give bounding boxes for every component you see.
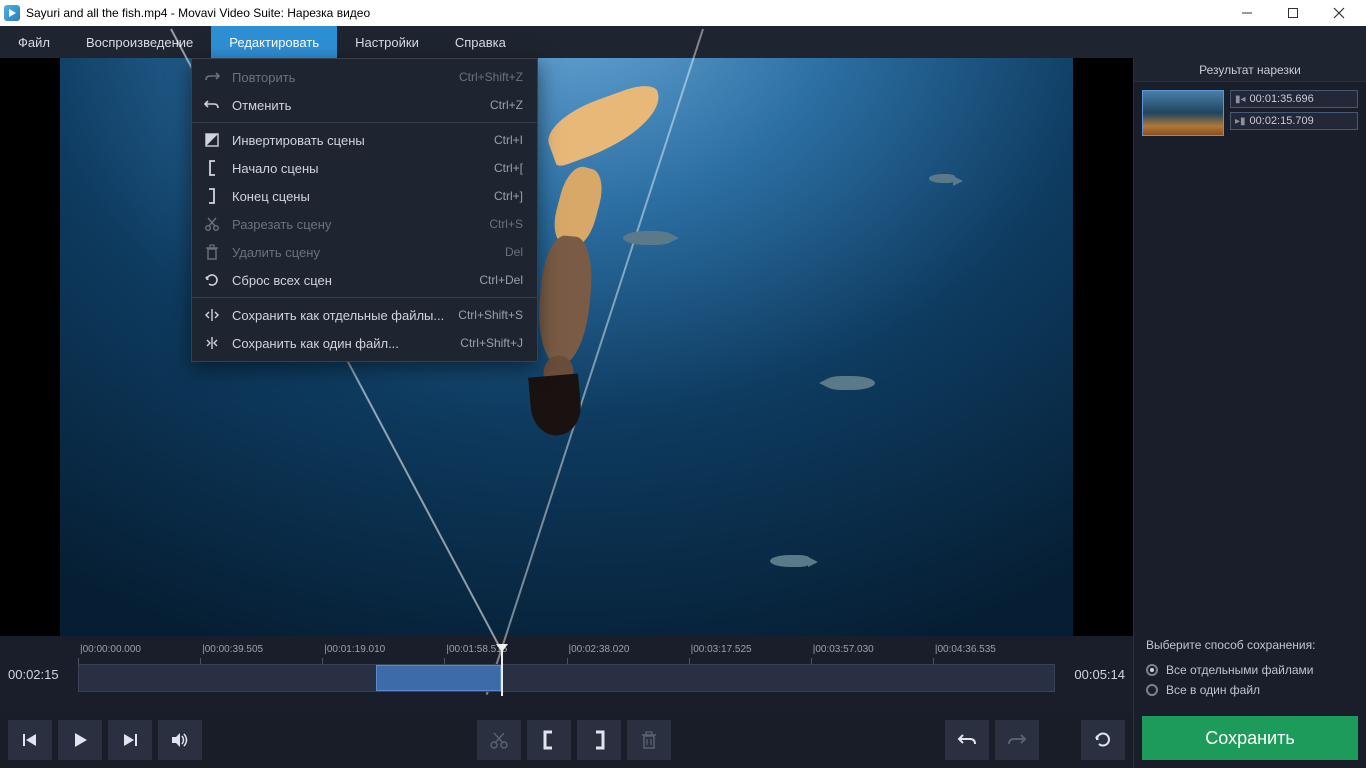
scene-start-button[interactable] [527, 720, 571, 760]
timeline-tick: |00:03:17.525 [689, 646, 811, 662]
edit-menu-dropdown: ПовторитьCtrl+Shift+ZОтменитьCtrl+Z Инвер… [191, 58, 538, 362]
trash-icon [202, 244, 222, 260]
menu-воспроизведение[interactable]: Воспроизведение [68, 26, 211, 58]
menu-item-invert[interactable]: Инвертировать сценыCtrl+I [192, 126, 537, 154]
play-button[interactable] [58, 720, 102, 760]
radio-icon [1146, 684, 1158, 696]
window-maximize-button[interactable] [1270, 0, 1316, 26]
result-panel-title: Результат нарезки [1134, 58, 1366, 82]
prev-frame-button[interactable] [8, 720, 52, 760]
menu-редактировать[interactable]: Редактировать [211, 26, 337, 58]
split-one-icon [202, 336, 222, 350]
save-option-1[interactable]: Все в один файл [1146, 680, 1354, 700]
video-preview[interactable] [0, 58, 1133, 636]
menu-item-bracket-open[interactable]: Начало сценыCtrl+[ [192, 154, 537, 182]
window-close-button[interactable] [1316, 0, 1362, 26]
scene-end-button[interactable] [577, 720, 621, 760]
redo-button[interactable] [995, 720, 1039, 760]
current-time-label: 00:02:15 [8, 667, 78, 682]
menubar: ФайлВоспроизведениеРедактироватьНастройк… [0, 26, 1366, 58]
menu-item-split-one[interactable]: Сохранить как один файл...Ctrl+Shift+J [192, 329, 537, 357]
delete-scene-button[interactable] [627, 720, 671, 760]
timeline-clip[interactable] [376, 665, 501, 691]
menu-файл[interactable]: Файл [0, 26, 68, 58]
volume-button[interactable] [158, 720, 202, 760]
window-title: Sayuri and all the fish.mp4 - Movavi Vid… [26, 6, 1224, 20]
app-icon [4, 5, 20, 21]
redo-icon [202, 70, 222, 84]
timeline-tick: |00:03:57.030 [811, 646, 933, 662]
result-thumbnail [1142, 90, 1224, 136]
scissors-icon [202, 216, 222, 232]
save-button[interactable]: Сохранить [1142, 716, 1358, 760]
menu-item-undo[interactable]: ОтменитьCtrl+Z [192, 91, 537, 119]
radio-icon [1146, 664, 1158, 676]
menu-item-split-multi[interactable]: Сохранить как отдельные файлы...Ctrl+Shi… [192, 301, 537, 329]
result-clip-item[interactable]: ▮◂00:01:35.696 ▸▮00:02:15.709 [1134, 82, 1366, 144]
bracket-close-icon [202, 188, 222, 204]
reset-icon [202, 272, 222, 288]
timeline-tick: |00:04:36.535 [933, 646, 1055, 662]
undo-button[interactable] [945, 720, 989, 760]
clip-end-time[interactable]: ▸▮00:02:15.709 [1230, 112, 1358, 130]
menu-item-trash: Удалить сценуDel [192, 238, 537, 266]
menu-справка[interactable]: Справка [437, 26, 524, 58]
cut-button[interactable] [477, 720, 521, 760]
next-frame-button[interactable] [108, 720, 152, 760]
window-titlebar: Sayuri and all the fish.mp4 - Movavi Vid… [0, 0, 1366, 26]
save-options-panel: Выберите способ сохранения: Все отдельны… [1134, 628, 1366, 710]
playback-toolbar [0, 712, 1133, 768]
save-options-heading: Выберите способ сохранения: [1146, 638, 1354, 652]
window-minimize-button[interactable] [1224, 0, 1270, 26]
timeline-tick: |00:02:38.020 [567, 646, 689, 662]
undo-icon [202, 98, 222, 112]
bracket-open-icon [202, 160, 222, 176]
timeline: 00:02:15 |00:00:00.000|00:00:39.505|00:0… [0, 636, 1133, 712]
split-multi-icon [202, 308, 222, 322]
timeline-track[interactable]: |00:00:00.000|00:00:39.505|00:01:19.010 |… [78, 646, 1055, 702]
save-option-0[interactable]: Все отдельными файлами [1146, 660, 1354, 680]
clip-start-time[interactable]: ▮◂00:01:35.696 [1230, 90, 1358, 108]
invert-icon [202, 133, 222, 147]
duration-label: 00:05:14 [1055, 667, 1125, 682]
playhead[interactable] [501, 646, 503, 696]
menu-item-bracket-close[interactable]: Конец сценыCtrl+] [192, 182, 537, 210]
menu-item-redo: ПовторитьCtrl+Shift+Z [192, 63, 537, 91]
menu-item-scissors: Разрезать сценуCtrl+S [192, 210, 537, 238]
end-marker-icon: ▸▮ [1235, 116, 1246, 127]
reset-button[interactable] [1081, 720, 1125, 760]
menu-item-reset[interactable]: Сброс всех сценCtrl+Del [192, 266, 537, 294]
start-marker-icon: ▮◂ [1235, 94, 1246, 105]
menu-настройки[interactable]: Настройки [337, 26, 437, 58]
timeline-tick: |00:00:39.505 [200, 646, 322, 662]
timeline-tick: |00:01:19.010 [322, 646, 444, 662]
timeline-tick: |00:00:00.000 [78, 646, 200, 662]
